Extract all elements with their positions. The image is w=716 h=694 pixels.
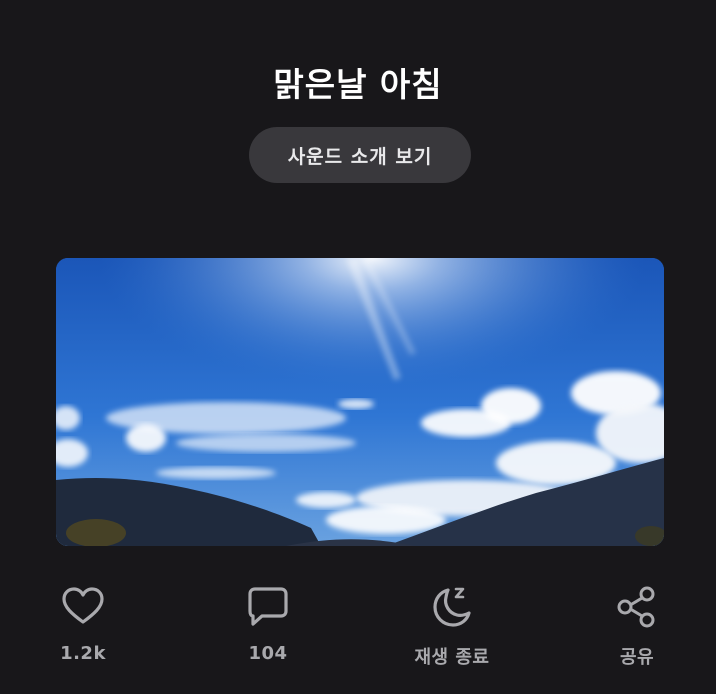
share-label: 공유: [619, 647, 655, 668]
action-bar: 1.2k 104 재생 종료 공유: [0, 583, 716, 683]
comment-button[interactable]: 104: [198, 583, 338, 664]
like-button[interactable]: 1.2k: [13, 583, 153, 664]
sleep-timer-label: 재생 종료: [414, 647, 490, 668]
share-button[interactable]: 공유: [567, 583, 707, 669]
page-title: 맑은날 아침: [273, 65, 443, 104]
sound-intro-button[interactable]: 사운드 소개 보기: [249, 127, 471, 183]
heart-icon: [62, 587, 104, 624]
comment-icon: [248, 587, 288, 626]
cover-image: [56, 258, 664, 546]
share-icon: [617, 586, 655, 628]
sound-intro-button-label: 사운드 소개 보기: [287, 145, 433, 168]
sleep-timer-button[interactable]: 재생 종료: [382, 583, 522, 669]
like-count: 1.2k: [60, 643, 106, 664]
comment-count: 104: [248, 643, 288, 664]
sleep-timer-moon-icon: [433, 587, 471, 627]
